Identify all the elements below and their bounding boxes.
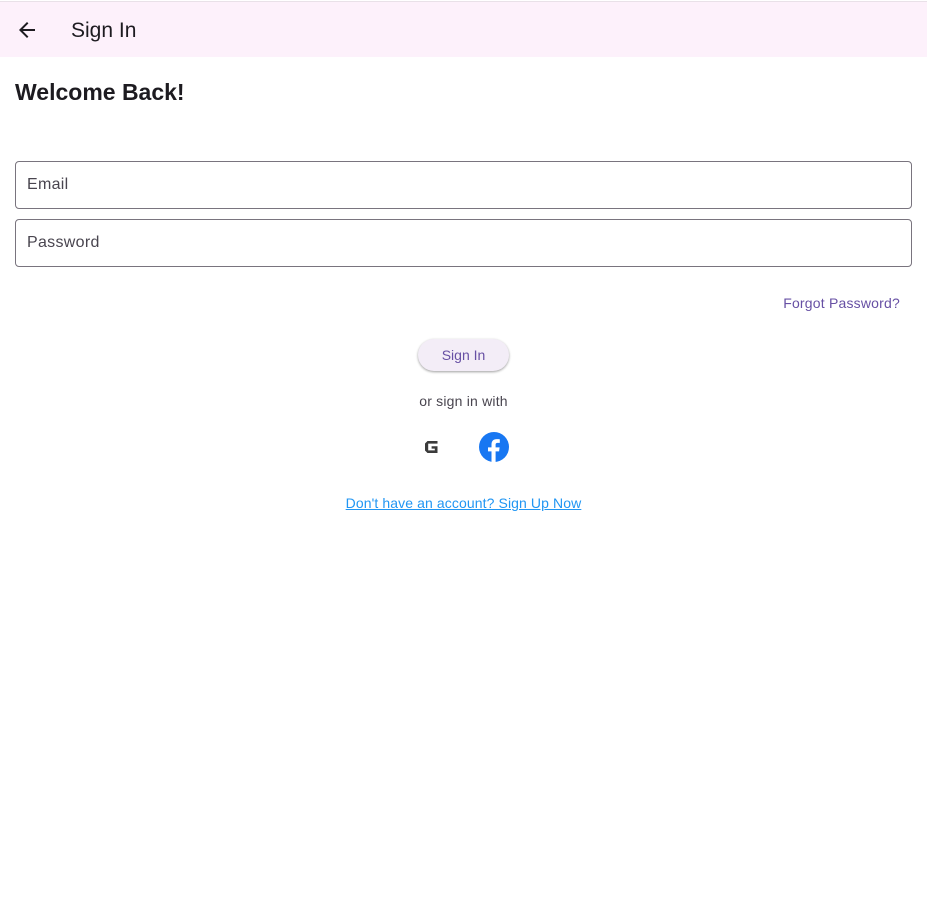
back-button[interactable] — [7, 10, 47, 50]
google-sign-in-button[interactable] — [417, 432, 447, 462]
app-bar: Sign In — [0, 1, 927, 57]
or-sign-in-with-text: or sign in with — [419, 393, 508, 409]
google-icon — [425, 441, 438, 453]
page-title: Sign In — [71, 19, 137, 42]
forgot-password-link[interactable]: Forgot Password? — [783, 295, 900, 311]
signup-link-row: Don't have an account? Sign Up Now — [0, 495, 927, 511]
email-field[interactable] — [15, 161, 912, 209]
facebook-sign-in-button[interactable] — [479, 432, 509, 462]
welcome-heading: Welcome Back! — [15, 79, 185, 105]
sign-in-button[interactable]: Sign In — [418, 339, 509, 371]
facebook-icon — [479, 432, 509, 462]
arrow-back-icon — [19, 22, 35, 38]
email-input[interactable] — [16, 162, 911, 208]
signup-link[interactable]: Don't have an account? Sign Up Now — [346, 495, 582, 511]
password-input[interactable] — [16, 220, 911, 266]
password-field[interactable] — [15, 219, 912, 267]
